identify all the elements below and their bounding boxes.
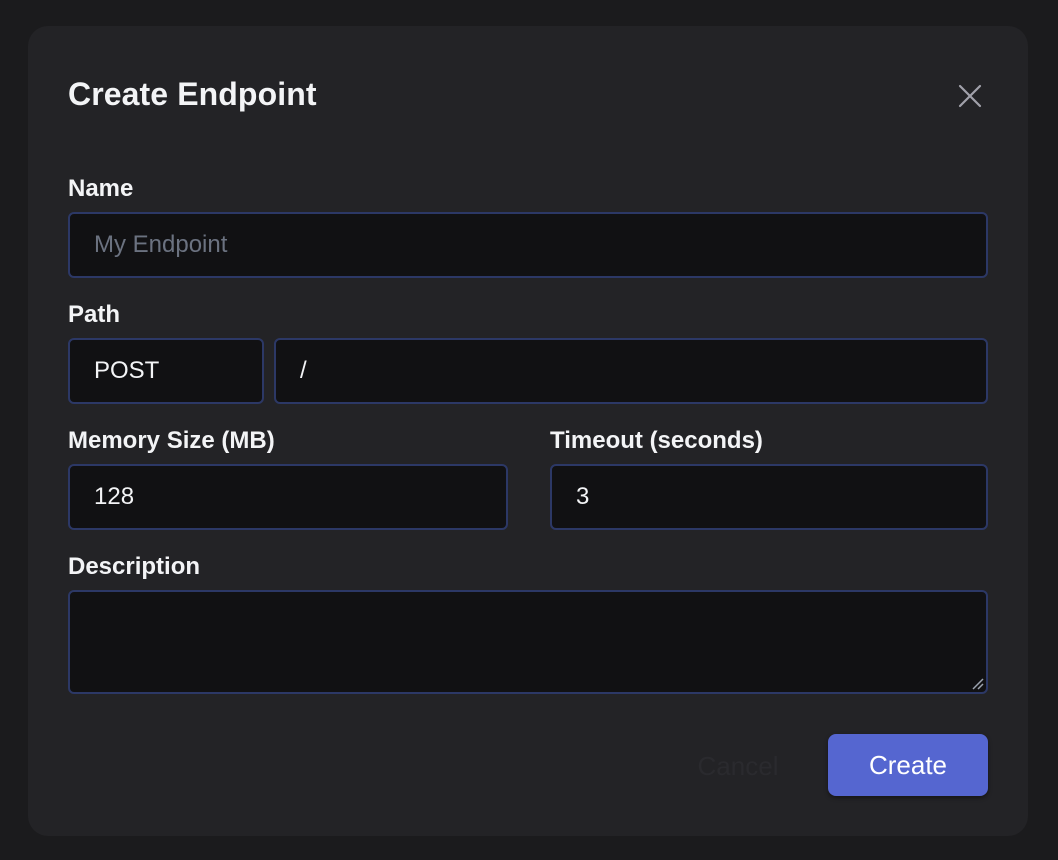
memory-size-label: Memory Size (MB) (68, 427, 275, 454)
path-input[interactable] (274, 338, 988, 404)
timeout-label: Timeout (seconds) (550, 427, 763, 454)
cancel-button[interactable]: Cancel (678, 734, 798, 798)
memory-size-input[interactable] (68, 464, 508, 530)
name-label: Name (68, 175, 134, 202)
http-method-field[interactable] (68, 338, 264, 404)
resize-handle-icon[interactable] (970, 676, 984, 690)
create-button[interactable]: Create (828, 734, 988, 796)
description-label: Description (68, 553, 201, 580)
path-label: Path (68, 301, 121, 328)
name-input[interactable] (68, 212, 988, 278)
close-icon (956, 82, 984, 110)
description-textarea[interactable] (68, 590, 988, 694)
timeout-input[interactable] (550, 464, 988, 530)
create-endpoint-dialog: Create Endpoint Name Path Memory Size (M… (28, 26, 1028, 836)
dialog-title: Create Endpoint (68, 76, 317, 112)
close-button[interactable] (956, 82, 984, 110)
